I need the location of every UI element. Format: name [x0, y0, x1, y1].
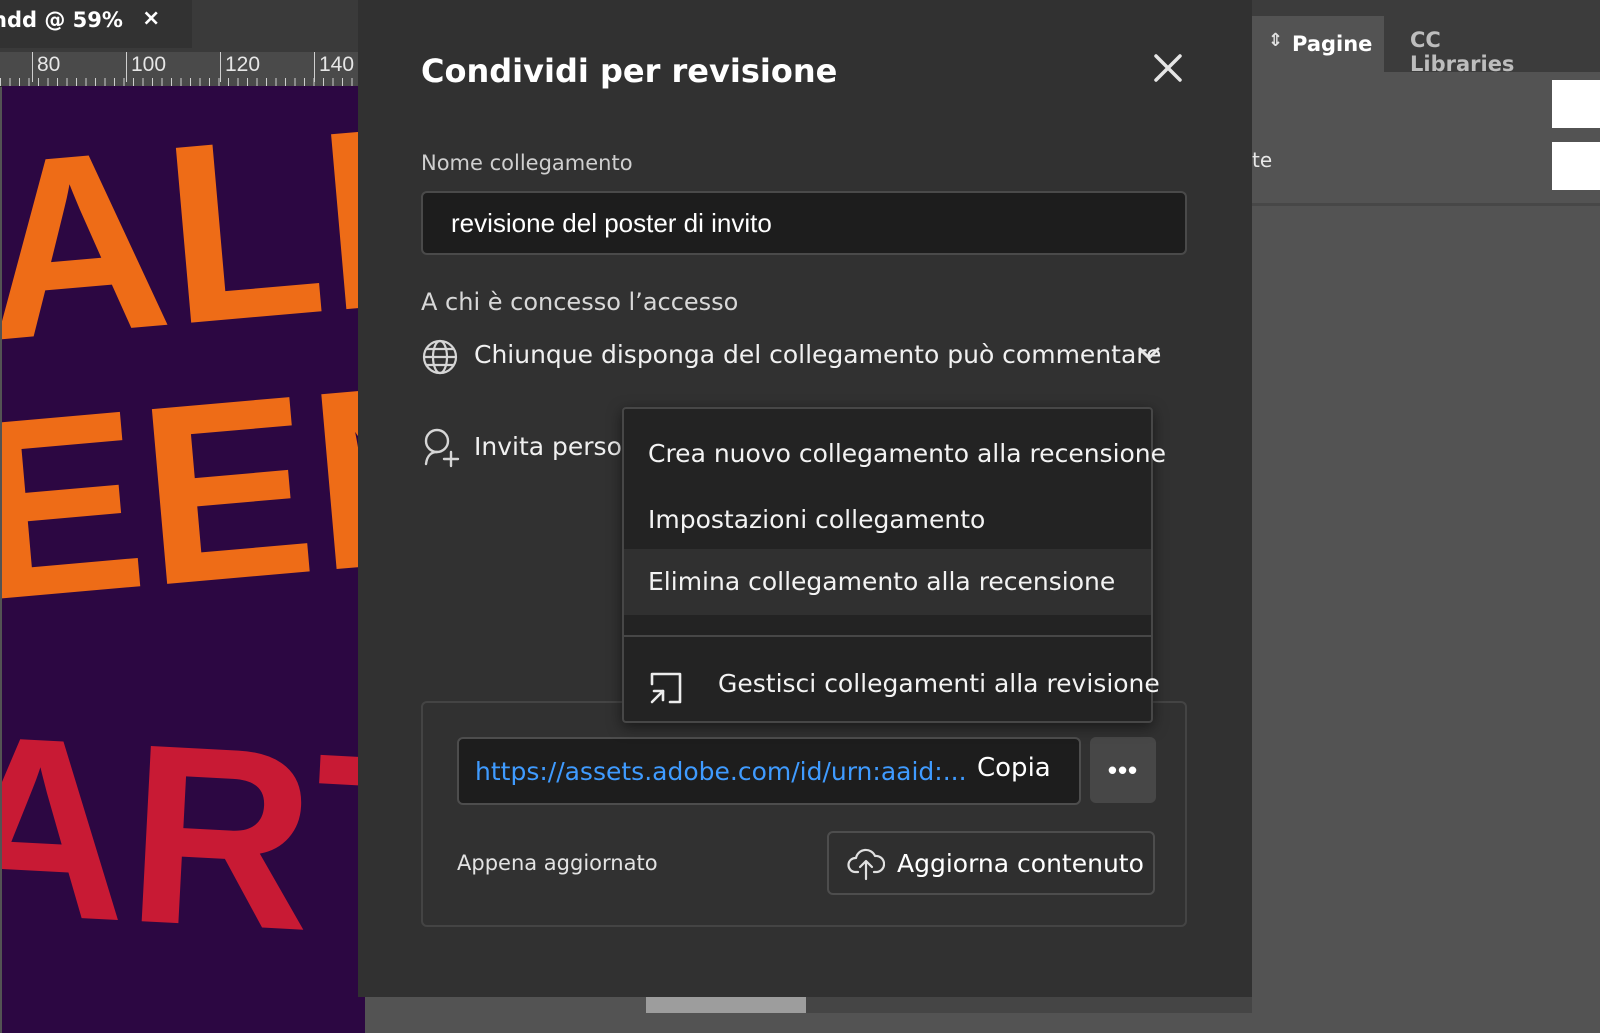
bottom-scroll-strip [646, 997, 1252, 1013]
invite-people-label: Invita person [474, 432, 638, 461]
page-thumbnail[interactable] [1552, 80, 1600, 128]
cloud-upload-icon [847, 845, 886, 885]
ruler-ticks [0, 78, 365, 86]
tab-pages-label: Pagine [1292, 32, 1373, 56]
chevron-down-icon [1137, 346, 1161, 366]
panel-divider [1252, 203, 1600, 206]
update-status: Appena aggiornato [457, 851, 658, 875]
review-link-box: https://assets.adobe.com/id/urn:aaid:...… [421, 701, 1187, 927]
panel-row-label: te [1252, 148, 1273, 172]
poster-title-line-1: ALLO [2, 86, 365, 395]
access-dropdown[interactable]: Chiunque disponga del collegamento può c… [421, 334, 1181, 382]
expand-collapse-icon[interactable]: ⇕ [1268, 30, 1283, 51]
horizontal-ruler: 80 100 120 140 [0, 52, 365, 87]
menu-item-create-new-link[interactable]: Crea nuovo collegamento alla recensione [624, 421, 1166, 487]
close-tab-icon[interactable]: × [142, 6, 160, 31]
link-context-menu: Crea nuovo collegamento alla recensione … [622, 407, 1166, 723]
menu-divider [624, 635, 1151, 637]
tab-cc-libraries[interactable]: CC Libraries [1386, 16, 1552, 76]
panel-tab-bar: ⇕ Pagine CC Libraries [1252, 0, 1600, 76]
external-link-icon [648, 665, 684, 731]
manage-links-label: Gestisci collegamenti alla revisione [718, 669, 1160, 698]
poster-title-line-2: EEN [2, 325, 365, 655]
close-icon[interactable] [1148, 48, 1188, 88]
menu-item-manage-links[interactable]: Gestisci collegamenti alla revisione [624, 651, 1160, 717]
link-name-label: Nome collegamento [421, 151, 633, 175]
poster-title-line-3: ARTY [2, 681, 365, 1002]
document-tab-title: ndd @ 59% [0, 8, 123, 32]
tab-pages[interactable]: ⇕ Pagine [1252, 16, 1384, 72]
menu-item-delete-link[interactable]: Elimina collegamento alla recensione [624, 549, 1151, 615]
dialog-title: Condividi per revisione [421, 52, 838, 90]
page-thumbnail[interactable] [1552, 142, 1600, 190]
more-options-button[interactable]: ••• [1090, 737, 1156, 803]
access-label: A chi è concesso l’accesso [421, 288, 739, 316]
access-value: Chiunque disponga del collegamento può c… [474, 340, 1162, 369]
link-name-input[interactable] [421, 191, 1187, 255]
document-canvas[interactable]: ALLO EEN ARTY [2, 86, 365, 1033]
copy-button[interactable]: Copia [969, 753, 1059, 783]
tab-cc-libraries-label: CC Libraries [1410, 28, 1515, 76]
update-content-button[interactable]: Aggiorna contenuto [827, 831, 1155, 895]
globe-icon [421, 338, 459, 380]
update-content-label: Aggiorna contenuto [897, 849, 1144, 878]
scrollbar-thumb[interactable] [646, 997, 806, 1013]
share-for-review-dialog: Condividi per revisione Nome collegament… [358, 0, 1252, 997]
review-link-url[interactable]: https://assets.adobe.com/id/urn:aaid:... [475, 757, 967, 786]
document-tab[interactable]: ndd @ 59% × [0, 0, 192, 48]
review-link-field: https://assets.adobe.com/id/urn:aaid:...… [457, 737, 1081, 805]
document-tab-bar: ndd @ 59% × [0, 0, 365, 52]
add-user-icon [421, 426, 461, 472]
menu-item-link-settings[interactable]: Impostazioni collegamento [624, 487, 1151, 553]
